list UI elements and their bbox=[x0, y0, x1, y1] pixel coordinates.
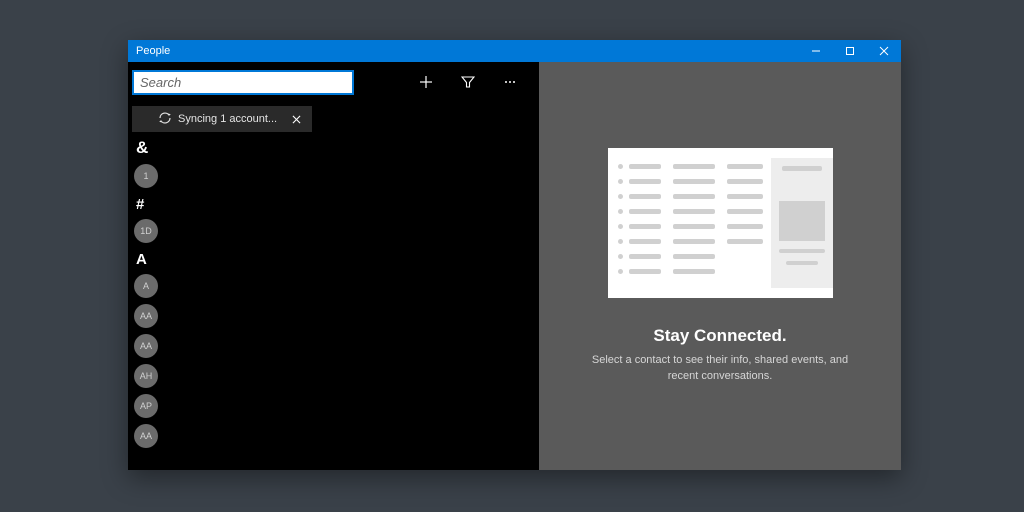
avatar: A bbox=[134, 274, 158, 298]
sync-text: Syncing 1 account... bbox=[178, 113, 277, 125]
sync-banner: Syncing 1 account... bbox=[132, 106, 312, 132]
avatar: AH bbox=[134, 364, 158, 388]
contact-list-pane: Search Syncing 1 ac bbox=[128, 62, 539, 470]
empty-state-illustration bbox=[608, 148, 833, 298]
close-button[interactable] bbox=[867, 40, 901, 62]
window-title: People bbox=[136, 40, 170, 62]
maximize-button[interactable] bbox=[833, 40, 867, 62]
contact-row[interactable]: AA bbox=[132, 422, 539, 450]
contact-row[interactable]: 1 bbox=[132, 162, 539, 190]
avatar: AA bbox=[134, 424, 158, 448]
sync-icon bbox=[158, 111, 172, 125]
minimize-icon bbox=[811, 46, 821, 56]
avatar: AA bbox=[134, 334, 158, 358]
empty-state-subtitle: Select a contact to see their info, shar… bbox=[590, 352, 850, 385]
content: Search Syncing 1 ac bbox=[128, 62, 901, 470]
section-header[interactable]: # bbox=[132, 192, 539, 215]
minimize-button[interactable] bbox=[799, 40, 833, 62]
contact-row[interactable]: AA bbox=[132, 332, 539, 360]
toolbar: Search bbox=[128, 62, 539, 100]
sync-dismiss-button[interactable] bbox=[286, 106, 306, 132]
avatar: AA bbox=[134, 304, 158, 328]
add-contact-button[interactable] bbox=[409, 68, 443, 96]
section-header[interactable]: A bbox=[132, 247, 539, 270]
contact-row[interactable]: 1D bbox=[132, 217, 539, 245]
people-window: People Search bbox=[128, 40, 901, 470]
avatar: AP bbox=[134, 394, 158, 418]
avatar: 1D bbox=[134, 219, 158, 243]
filter-button[interactable] bbox=[451, 68, 485, 96]
contact-row[interactable]: AA bbox=[132, 302, 539, 330]
close-icon bbox=[879, 46, 889, 56]
ellipsis-icon bbox=[503, 75, 517, 89]
contact-list[interactable]: &1#1DAAAAAAAHAPAA bbox=[128, 132, 539, 470]
maximize-icon bbox=[845, 46, 855, 56]
section-header[interactable]: & bbox=[132, 134, 539, 160]
search-input[interactable]: Search bbox=[132, 70, 354, 95]
empty-state-title: Stay Connected. bbox=[653, 326, 786, 346]
contact-row[interactable]: AP bbox=[132, 392, 539, 420]
contact-row[interactable]: AH bbox=[132, 362, 539, 390]
detail-pane: Stay Connected. Select a contact to see … bbox=[539, 62, 901, 470]
avatar: 1 bbox=[134, 164, 158, 188]
titlebar[interactable]: People bbox=[128, 40, 901, 62]
filter-icon bbox=[461, 75, 475, 89]
close-icon bbox=[292, 115, 301, 124]
more-button[interactable] bbox=[493, 68, 527, 96]
contact-row[interactable]: A bbox=[132, 272, 539, 300]
plus-icon bbox=[419, 75, 433, 89]
